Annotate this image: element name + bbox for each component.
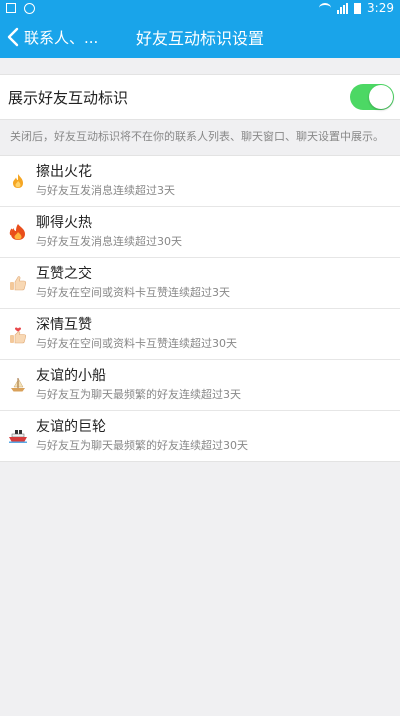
thumbs-up-icon <box>10 276 27 291</box>
item-desc: 与好友互发消息连续超过3天 <box>36 184 175 197</box>
nav-bar: 联系人、... 好友互动标识设置 <box>0 16 400 58</box>
big-ship-icon <box>9 430 27 443</box>
list-item: 友谊的小船 与好友互为聊天最频繁的好友连续超过3天 <box>0 360 400 411</box>
notification-icon <box>6 3 16 13</box>
list-item: 深情互赞 与好友在空间或资料卡互赞连续超过30天 <box>0 309 400 360</box>
toggle-note: 关闭后，好友互动标识将不在你的联系人列表、聊天窗口、聊天设置中展示。 <box>10 130 384 143</box>
big-flame-icon <box>9 224 25 240</box>
battery-icon <box>354 2 362 14</box>
thumbs-up-heart-icon <box>10 327 27 344</box>
list-item: 互赞之交 与好友在空间或资料卡互赞连续超过3天 <box>0 258 400 309</box>
item-title: 擦出火花 <box>36 164 92 180</box>
list-item: 擦出火花 与好友互发消息连续超过3天 <box>0 156 400 207</box>
show-interaction-badge-switch[interactable] <box>350 84 394 110</box>
list-item: 聊得火热 与好友互发消息连续超过30天 <box>0 207 400 258</box>
item-desc: 与好友在空间或资料卡互赞连续超过3天 <box>36 286 230 299</box>
status-bar: 3:29 <box>0 0 400 16</box>
item-desc: 与好友互为聊天最频繁的好友连续超过30天 <box>36 439 248 452</box>
small-boat-icon <box>11 378 25 392</box>
item-title: 深情互赞 <box>36 317 92 333</box>
item-title: 聊得火热 <box>36 215 92 231</box>
sync-icon <box>24 2 35 14</box>
show-interaction-badge-row: 展示好友互动标识 <box>0 74 400 120</box>
toggle-label: 展示好友互动标识 <box>8 88 129 107</box>
list-item: 友谊的巨轮 与好友互为聊天最频繁的好友连续超过30天 <box>0 411 400 462</box>
badge-list: 擦出火花 与好友互发消息连续超过3天 聊得火热 与好友互发消息连续超过30天 互… <box>0 155 400 462</box>
back-label: 联系人、... <box>24 28 99 47</box>
status-time: 3:29 <box>367 1 394 15</box>
item-desc: 与好友互为聊天最频繁的好友连续超过3天 <box>36 388 241 401</box>
item-title: 友谊的小船 <box>36 368 106 384</box>
switch-knob <box>369 85 393 109</box>
signal-icon <box>337 2 349 14</box>
wifi-icon <box>319 3 332 13</box>
item-title: 友谊的巨轮 <box>36 419 106 435</box>
chevron-left-icon <box>2 25 24 49</box>
item-desc: 与好友在空间或资料卡互赞连续超过30天 <box>36 337 237 350</box>
small-flame-icon <box>13 174 23 188</box>
back-button[interactable]: 联系人、... <box>2 16 98 58</box>
item-title: 互赞之交 <box>36 266 92 282</box>
item-desc: 与好友互发消息连续超过30天 <box>36 235 182 248</box>
